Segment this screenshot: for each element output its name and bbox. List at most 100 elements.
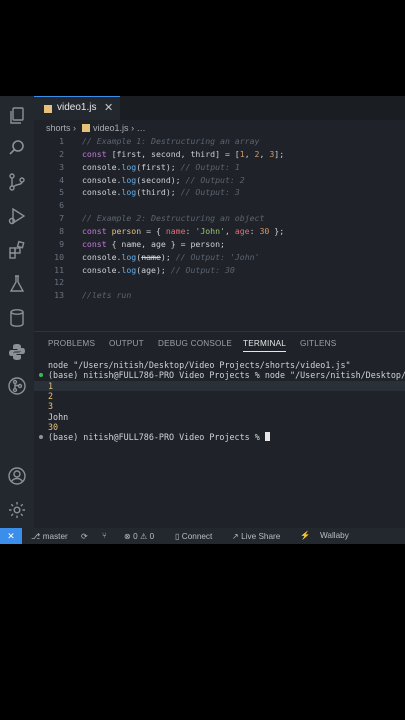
search-icon[interactable] xyxy=(7,138,27,158)
panel-tabs: PROBLEMS OUTPUT DEBUG CONSOLE TERMINAL G… xyxy=(34,332,405,354)
breadcrumb-file[interactable]: video1.js xyxy=(93,123,129,133)
code-token: console xyxy=(82,264,117,275)
terminal-text: John xyxy=(48,412,69,422)
tab-video1-js[interactable]: video1.js ✕ xyxy=(34,96,120,120)
code-text: console.log(second); // Output: 2 xyxy=(82,175,245,185)
database-icon[interactable] xyxy=(7,308,27,328)
terminal-text: 3 xyxy=(48,401,54,411)
code-token: (first); xyxy=(136,161,181,172)
command-decoration-icon[interactable] xyxy=(39,373,43,377)
code-token: log xyxy=(121,174,137,185)
wallaby-status[interactable]: Wallaby xyxy=(320,531,349,540)
extensions-icon[interactable] xyxy=(7,240,27,260)
terminal-line: (base) nitish@FULL786-PRO Video Projects… xyxy=(48,432,270,442)
code-editor[interactable]: 1 // Example 1: Destructuring an array 2 co… xyxy=(34,136,405,332)
editor-tab-bar: video1.js ✕ xyxy=(34,96,405,120)
code-token: // Output: 3 xyxy=(180,187,240,198)
command-decoration-icon[interactable] xyxy=(39,435,43,439)
terminal-line: 2 xyxy=(48,391,53,401)
code-text: const [first, second, third] = [1, 2, 3]… xyxy=(82,149,284,159)
terminal-line: 3 xyxy=(48,401,53,411)
code-token: // Output: 30 xyxy=(170,264,235,275)
line-number: 4 xyxy=(59,174,64,185)
error-count: 0 xyxy=(133,532,138,541)
git-graph-icon[interactable] xyxy=(7,376,27,396)
terminal-text: (base) nitish@FULL786-PRO Video Projects… xyxy=(48,432,265,442)
live-share-status[interactable]: ↗ Live Share xyxy=(232,531,280,541)
tab-label: video1.js xyxy=(57,102,97,113)
code-token: : xyxy=(249,225,260,236)
code-text: console.log(name); // Output: 'John' xyxy=(82,252,260,262)
tab-problems[interactable]: PROBLEMS xyxy=(48,339,95,348)
chevron-right-icon: › xyxy=(131,123,135,133)
terminal-cursor xyxy=(264,432,270,441)
line-number: 2 xyxy=(59,148,64,159)
tab-terminal[interactable]: TERMINAL xyxy=(243,339,286,352)
terminal-text: (base) nitish@FULL786-PRO Video Projects… xyxy=(48,370,405,380)
line-number: 8 xyxy=(59,225,64,236)
database-status-icon: ▯ xyxy=(175,532,180,541)
python-icon[interactable] xyxy=(7,342,27,362)
code-token: (age); xyxy=(136,264,171,275)
code-token: 'John' xyxy=(195,225,225,236)
line-number: 11 xyxy=(54,264,64,275)
code-token: log xyxy=(121,264,137,275)
breadcrumb-more[interactable]: … xyxy=(137,123,146,133)
branch-label: master xyxy=(42,532,68,541)
remote-indicator[interactable]: ✕ xyxy=(0,528,22,544)
run-debug-icon[interactable] xyxy=(7,206,27,226)
line-number: 1 xyxy=(59,136,64,146)
code-token: person xyxy=(111,225,142,236)
connect-label: Connect xyxy=(181,532,213,541)
code-token: // Example 2: Destructuring an object xyxy=(82,213,265,224)
chevron-right-icon: › xyxy=(73,123,77,133)
code-text: // Example 1: Destructuring an array xyxy=(82,136,259,146)
git-graph-status-icon[interactable]: ⑂ xyxy=(102,531,107,540)
code-token: , xyxy=(244,148,255,159)
terminal[interactable]: node "/Users/nitish/Desktop/Video Projec… xyxy=(34,354,405,524)
terminal-line: 30 xyxy=(48,422,58,432)
activity-bar xyxy=(0,96,34,528)
code-text: console.log(first); // Output: 1 xyxy=(82,162,240,172)
terminal-text: node "/Users/nitish/Desktop/Video Projec… xyxy=(48,360,351,370)
tab-output[interactable]: OUTPUT xyxy=(109,339,144,348)
code-token: = { xyxy=(141,225,166,236)
code-token: ); xyxy=(160,251,176,262)
sync-icon[interactable]: ⟳ xyxy=(81,531,88,541)
source-control-icon[interactable] xyxy=(7,172,27,192)
code-token: [first, second, third] = [ xyxy=(111,148,240,159)
line-number: 12 xyxy=(54,277,64,288)
breadcrumb-folder[interactable]: shorts xyxy=(46,123,71,133)
settings-icon[interactable] xyxy=(7,500,27,520)
code-token: console xyxy=(82,187,117,198)
code-token: console xyxy=(82,251,117,262)
line-number: 9 xyxy=(59,238,64,249)
line-number: 13 xyxy=(54,290,64,301)
code-token: : xyxy=(185,225,196,236)
code-text: //lets run xyxy=(82,290,131,300)
explorer-icon[interactable] xyxy=(7,106,27,126)
tab-debug-console[interactable]: DEBUG CONSOLE xyxy=(158,339,232,348)
terminal-text: 2 xyxy=(48,391,54,401)
warning-count: 0 xyxy=(149,532,155,541)
terminal-line: John xyxy=(48,412,68,422)
code-token: , xyxy=(259,148,270,159)
code-token: // Output: 2 xyxy=(185,174,245,185)
status-bar: ✕ ⎇ master ⟳ ⑂ ⊗ 0 ⚠ 0 ▯ Connect ↗ Live … xyxy=(0,528,405,544)
code-token: log xyxy=(121,187,137,198)
branch-status[interactable]: ⎇ master xyxy=(31,531,68,541)
testing-icon[interactable] xyxy=(7,274,27,294)
code-token: // Output: 1 xyxy=(180,161,240,172)
code-token: const xyxy=(82,238,112,249)
wallaby-icon: ⚡ xyxy=(300,531,311,540)
account-icon[interactable] xyxy=(7,466,27,486)
git-branch-icon: ⎇ xyxy=(31,532,41,541)
code-token: log xyxy=(121,251,137,262)
connect-status[interactable]: ▯ Connect xyxy=(175,531,212,541)
code-token: name xyxy=(165,225,186,236)
problems-status[interactable]: ⊗ 0 ⚠ 0 xyxy=(124,531,154,541)
code-text: const { name, age } = person; xyxy=(82,239,225,249)
code-text: console.log(age); // Output: 30 xyxy=(82,265,235,275)
tab-gitlens[interactable]: GITLENS xyxy=(300,339,336,348)
close-icon[interactable]: ✕ xyxy=(104,101,113,114)
